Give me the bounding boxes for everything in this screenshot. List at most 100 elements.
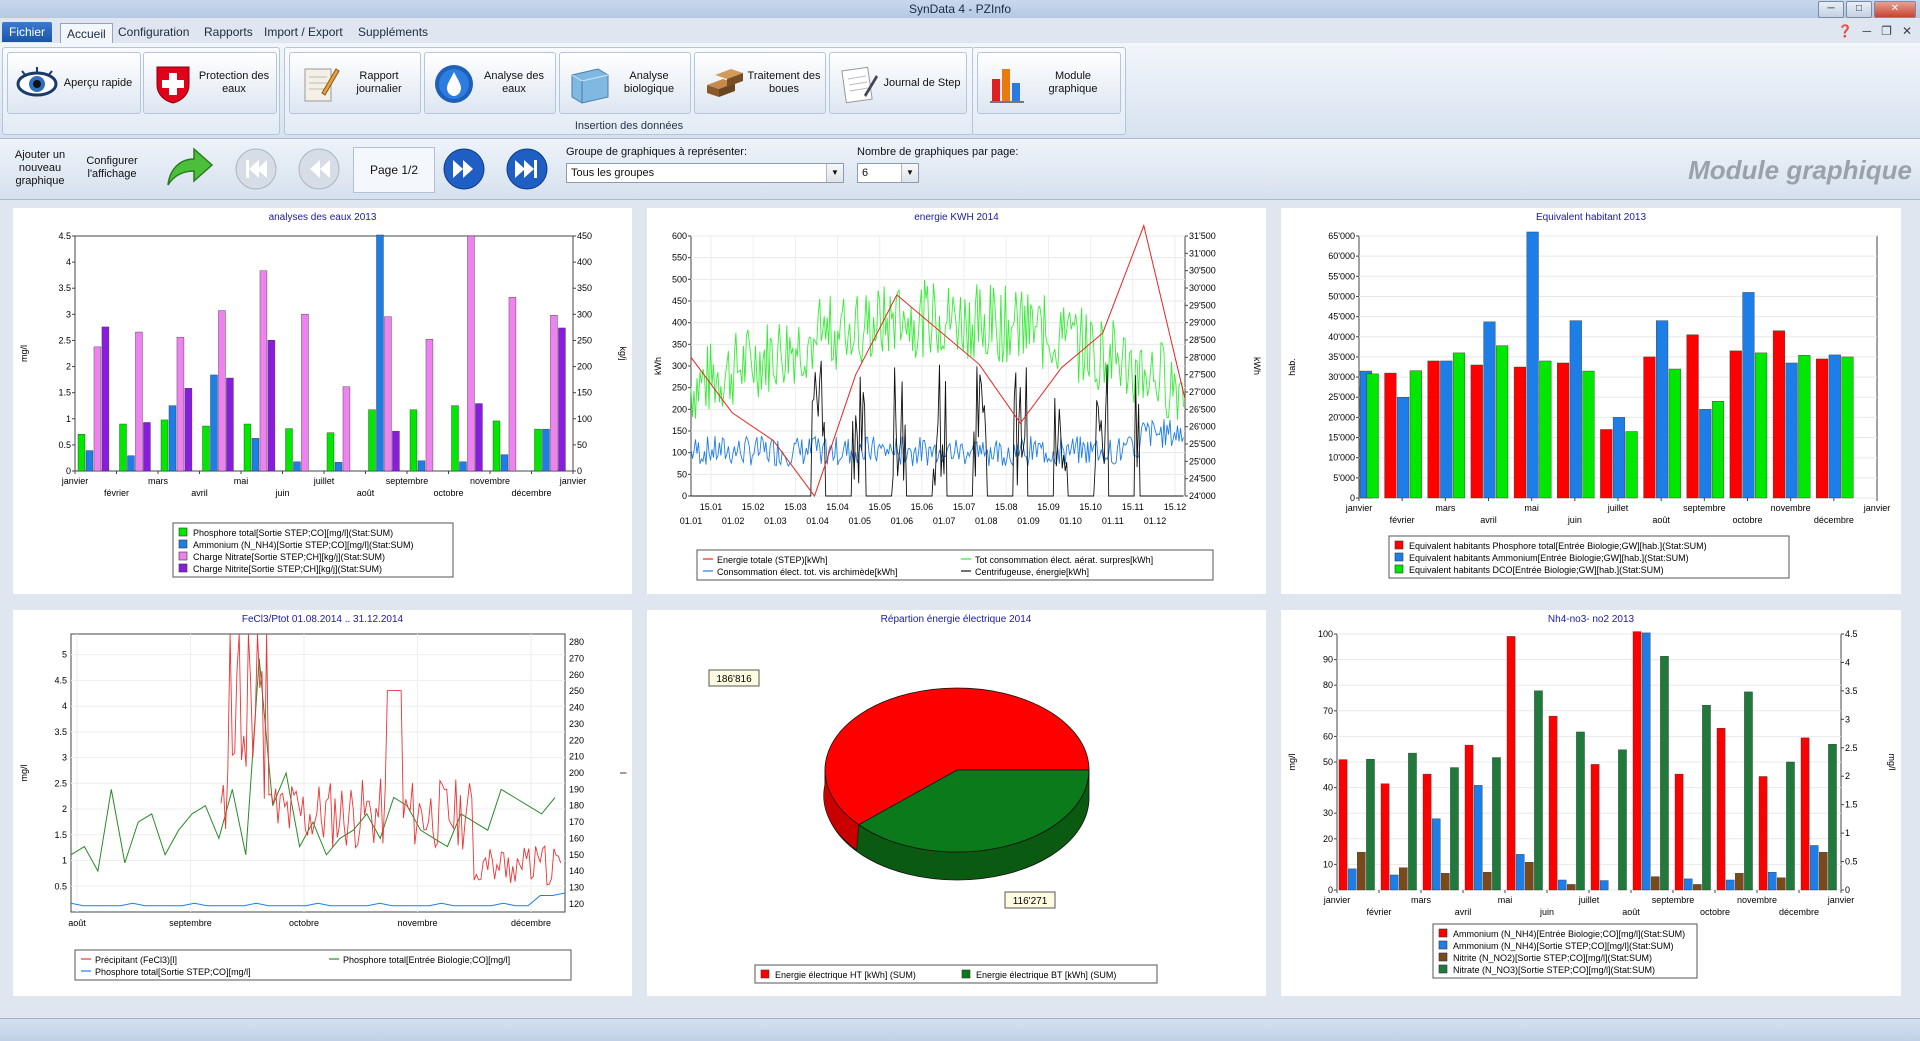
- bar: [143, 422, 151, 472]
- y-tick-label: 4: [62, 701, 67, 711]
- ribbon-group-module: Module graphique: [972, 47, 1126, 135]
- bar: [409, 409, 418, 472]
- chart-panel-analyses-eaux[interactable]: analyses des eaux 2013 mg/l kg/j 0 0.5 1 1.5 2 2…: [13, 208, 632, 594]
- bar: [1641, 632, 1651, 891]
- y-tick-label: 2.5: [1845, 743, 1858, 753]
- maximize-button[interactable]: □: [1846, 1, 1872, 18]
- restore-icon[interactable]: ❐: [1881, 24, 1892, 38]
- help-icon[interactable]: ❓: [1838, 24, 1853, 38]
- bar: [1513, 366, 1526, 499]
- chart-panel-repartition-energie[interactable]: Répartion énergie électrique 2014 186'816…: [647, 610, 1266, 996]
- x-tick-label: octobre: [1732, 515, 1762, 525]
- y-tick-label: 50: [677, 469, 687, 479]
- bar: [267, 340, 276, 472]
- y-tick-label: 50: [1323, 757, 1333, 767]
- bar: [301, 313, 309, 472]
- close-button[interactable]: ✕: [1874, 1, 1916, 18]
- x-tick-label: 15.06: [911, 502, 934, 512]
- bar: [1389, 874, 1399, 891]
- traitement-boues-button[interactable]: Traitement des boues: [694, 52, 826, 114]
- rapport-journalier-button[interactable]: Rapport journalier: [289, 52, 421, 114]
- legend-label: Energie électrique BT [kWh] (SUM): [976, 970, 1116, 980]
- bar: [85, 450, 94, 472]
- apercu-rapide-button[interactable]: Aperçu rapide: [7, 52, 141, 114]
- x-tick-label: avril: [1480, 515, 1497, 525]
- first-page-icon[interactable]: [235, 148, 277, 190]
- minimize-button[interactable]: ─: [1818, 1, 1844, 18]
- bar: [451, 405, 459, 472]
- y-tick-label: 100: [577, 414, 592, 424]
- group-select-value: Tous les groupes: [571, 167, 655, 179]
- module-graphique-button[interactable]: Module graphique: [977, 52, 1121, 114]
- y2-tick-label: 260: [569, 670, 584, 680]
- ribbon-minimize-icon[interactable]: ─: [1863, 24, 1872, 38]
- journal-step-button[interactable]: Journal de Step: [829, 52, 967, 114]
- y2-tick-label: 270: [569, 654, 584, 664]
- chart-panel-equivalent-habitant[interactable]: Equivalent habitant 2013 hab. 0 5'000 10'000…: [1281, 208, 1901, 594]
- y-tick-label: 100: [672, 448, 687, 458]
- y-tick-label: 450: [672, 296, 687, 306]
- previous-page-icon[interactable]: [298, 148, 340, 190]
- y-tick-label: 2: [66, 362, 71, 372]
- y-tick-label: 27'000: [1189, 387, 1216, 397]
- bar: [1758, 776, 1768, 891]
- analyse-eaux-button[interactable]: Analyse des eaux: [424, 52, 556, 114]
- bar: [384, 316, 392, 472]
- tab-import-export[interactable]: Import / Export: [264, 22, 343, 42]
- x-tick-label: février: [104, 488, 129, 498]
- count-select[interactable]: 6 ▼: [857, 163, 919, 183]
- analyse-biologique-button[interactable]: Analyse biologique: [559, 52, 691, 114]
- menu-file[interactable]: Fichier: [2, 22, 52, 42]
- protection-eaux-button[interactable]: Protection des eaux: [143, 52, 277, 114]
- y-tick-label: 550: [672, 253, 687, 263]
- page-indicator: Page 1/2: [353, 147, 435, 193]
- chart-panel-fecl3-ptot[interactable]: FeCl3/Ptot 01.08.2014 .. 31.12.2014 mg/l l…: [13, 610, 632, 996]
- next-page-icon[interactable]: [443, 148, 485, 190]
- legend-swatch: [1438, 928, 1448, 938]
- y-axis-label: hab.: [1287, 358, 1297, 376]
- legend-swatch: [1394, 540, 1404, 550]
- journal-icon: [841, 66, 878, 104]
- tab-rapports[interactable]: Rapports: [204, 22, 253, 42]
- y-tick-label: 150: [577, 388, 592, 398]
- y-tick-label: 400: [577, 257, 592, 267]
- x-tick-label: 15.05: [868, 502, 891, 512]
- legend-label: Charge Nitrite[Sortie STEP;CH][kg/j](Sta…: [193, 564, 382, 574]
- y-tick-label: 300: [577, 309, 592, 319]
- x-tick-label: juin: [1539, 907, 1554, 917]
- legend-label: Consommation élect. tot. vis archimède[k…: [717, 567, 898, 577]
- y-tick-label: 60'000: [1328, 251, 1355, 261]
- legend-swatch: [1438, 940, 1448, 950]
- tab-configuration[interactable]: Configuration: [118, 22, 189, 42]
- legend-swatch: [1394, 552, 1404, 562]
- y-tick-label: 50: [577, 440, 587, 450]
- configure-display-button[interactable]: Configurer l'affichage: [80, 155, 144, 181]
- close-doc-icon[interactable]: ✕: [1902, 24, 1912, 38]
- y-tick-label: 26'000: [1189, 422, 1216, 432]
- chart-panel-nh4-no3-no2[interactable]: Nh4-no3- no2 2013 mg/l mg/l 0 10 20 30 40 50 60 70…: [1281, 610, 1901, 996]
- x-tick-label: décembre: [1814, 515, 1854, 525]
- x-tick-label: octobre: [433, 488, 463, 498]
- chart-toolbar: Ajouter un nouveau graphique Configurer …: [0, 139, 1920, 200]
- y-tick-label: 3.5: [54, 727, 67, 737]
- bar: [1786, 761, 1795, 891]
- y2-tick-label: 130: [569, 882, 584, 892]
- bar: [184, 388, 193, 472]
- y-tick-label: 250: [672, 383, 687, 393]
- bar: [1557, 879, 1567, 891]
- bar: [1772, 330, 1785, 499]
- x-tick-label: 01.02: [722, 516, 745, 526]
- apply-arrow-icon[interactable]: [164, 145, 214, 191]
- tab-accueil[interactable]: Accueil: [60, 23, 113, 44]
- add-chart-button[interactable]: Ajouter un nouveau graphique: [6, 149, 74, 188]
- traitement-boues-label: Traitement des boues: [747, 70, 821, 95]
- bar: [392, 430, 400, 472]
- y2-tick-label: 250: [569, 686, 584, 696]
- tab-supplements[interactable]: Suppléments: [358, 22, 428, 42]
- last-page-icon[interactable]: [506, 148, 548, 190]
- group-select[interactable]: Tous les groupes ▼: [566, 163, 844, 183]
- bar: [1347, 868, 1357, 891]
- legend-swatch: [760, 969, 770, 979]
- chart-panel-energie-kwh[interactable]: energie KWH 2014 kWh kWh 0 50 100 150 200 250 300…: [647, 208, 1266, 594]
- legend-swatch: [1438, 964, 1448, 974]
